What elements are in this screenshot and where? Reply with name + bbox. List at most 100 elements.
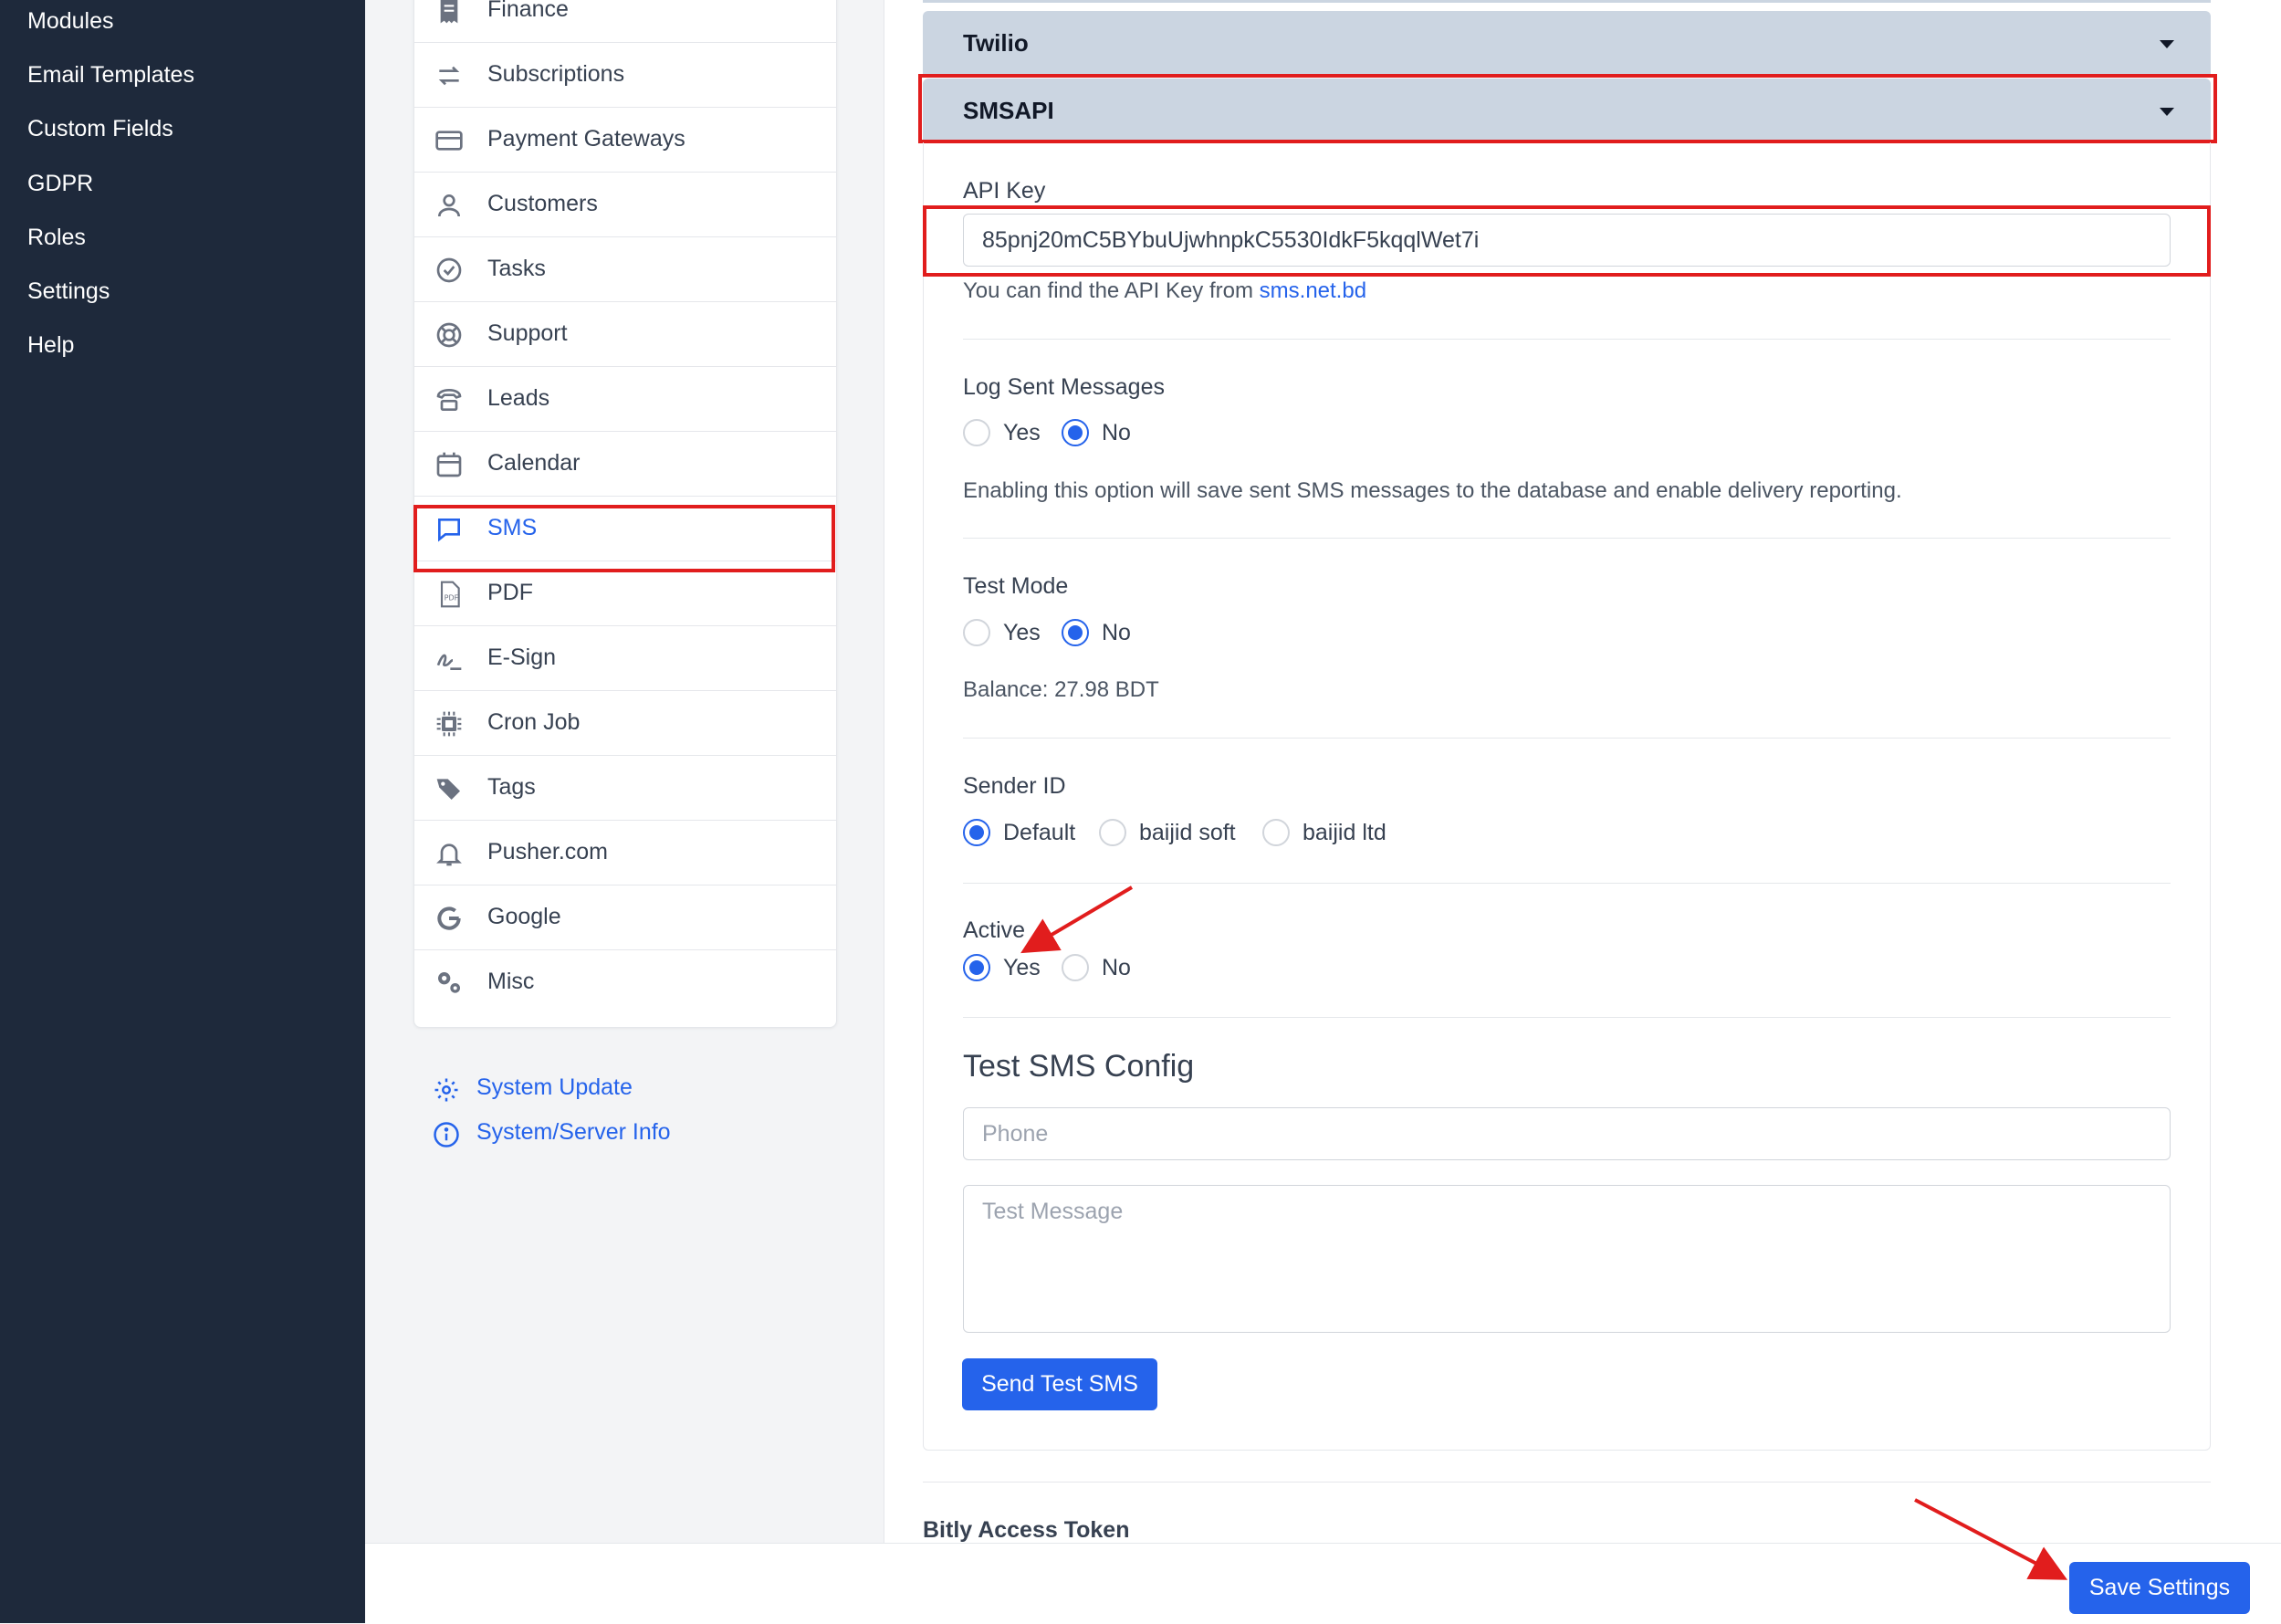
tags-icon (436, 779, 460, 800)
settings-item-label: Misc (487, 969, 535, 994)
settings-item-label: Subscriptions (487, 61, 625, 87)
calendar-icon (436, 452, 462, 477)
chat-icon (438, 519, 460, 542)
sender-soft-radio[interactable] (1099, 819, 1126, 846)
system-info-label: System/Server Info (476, 1119, 671, 1145)
divider (923, 1482, 2211, 1483)
active-radio-group: Yes No (963, 954, 1237, 985)
settings-item-sms[interactable]: SMS (414, 497, 836, 561)
settings-item-esign[interactable]: E-Sign (414, 626, 836, 691)
sidebar-item-email-templates[interactable]: Email Templates (27, 62, 194, 89)
info-icon (434, 1122, 459, 1147)
sidebar-item-settings[interactable]: Settings (27, 278, 110, 305)
sidebar-item-roles[interactable]: Roles (27, 225, 86, 251)
settings-item-google[interactable]: Google (414, 885, 836, 950)
settings-item-support[interactable]: Support (414, 302, 836, 367)
settings-item-label: Tags (487, 774, 536, 800)
twilio-accordion-header[interactable]: Twilio (923, 11, 2211, 75)
sender-default-radio[interactable] (963, 819, 990, 846)
settings-item-cron-job[interactable]: Cron Job (414, 691, 836, 756)
settings-menu: Finance Subscriptions Payment Gateways C… (413, 0, 837, 1028)
google-icon (437, 906, 461, 930)
settings-item-misc[interactable]: Misc (414, 950, 836, 1015)
test-sms-config-title: Test SMS Config (963, 1049, 1195, 1084)
test-no-radio[interactable] (1062, 619, 1089, 646)
cogs-icon (438, 972, 460, 993)
active-label: Active (963, 917, 1026, 943)
log-sent-radio-group: Yes No (963, 419, 1237, 450)
gear-icon (434, 1078, 458, 1102)
sender-id-label: Sender ID (963, 773, 1066, 799)
sidebar-item-custom-fields[interactable]: Custom Fields (27, 116, 173, 142)
test-yes-label: Yes (1003, 620, 1041, 645)
receipt-icon (440, 0, 458, 24)
test-message-textarea[interactable] (963, 1185, 2171, 1333)
sender-id-radio-group: Default baijid soft baijid ltd (963, 819, 1474, 850)
pdf-icon: PDF (440, 581, 460, 608)
lifebuoy-icon (436, 322, 462, 348)
settings-item-calendar[interactable]: Calendar (414, 432, 836, 497)
api-key-input[interactable] (963, 214, 2171, 267)
log-help-text: Enabling this option will save sent SMS … (963, 478, 1902, 503)
settings-item-label: Pusher.com (487, 839, 609, 864)
phone-icon (436, 388, 462, 411)
settings-item-customers[interactable]: Customers (414, 173, 836, 237)
settings-item-label: Cron Job (487, 709, 581, 735)
settings-item-label: E-Sign (487, 644, 557, 670)
bell-icon (436, 843, 462, 866)
settings-item-leads[interactable]: Leads (414, 367, 836, 432)
settings-item-label: Tasks (487, 256, 546, 281)
settings-item-label: SMS (487, 515, 538, 540)
divider (963, 339, 2171, 340)
footer-bar (365, 1543, 2281, 1624)
log-yes-radio[interactable] (963, 419, 990, 446)
send-test-sms-button[interactable]: Send Test SMS (962, 1358, 1157, 1410)
settings-item-pdf[interactable]: PDF PDF (414, 561, 836, 626)
main-sidebar: Modules Email Templates Custom Fields GD… (0, 0, 365, 1623)
log-yes-label: Yes (1003, 420, 1041, 445)
sender-ltd-radio[interactable] (1262, 819, 1290, 846)
twilio-title: Twilio (963, 29, 1029, 57)
credit-card-icon (435, 131, 463, 151)
save-settings-button[interactable]: Save Settings (2069, 1562, 2250, 1614)
test-yes-radio[interactable] (963, 619, 990, 646)
settings-item-tags[interactable]: Tags (414, 756, 836, 821)
smsapi-accordion-header[interactable]: SMSAPI (923, 79, 2211, 142)
api-key-label: API Key (963, 178, 1046, 204)
system-update-label: System Update (476, 1074, 633, 1100)
phone-input[interactable] (963, 1107, 2171, 1160)
test-mode-radio-group: Yes No (963, 619, 1237, 650)
svg-text:PDF: PDF (445, 594, 459, 602)
settings-item-label: Leads (487, 385, 550, 411)
settings-item-subscriptions[interactable]: Subscriptions (414, 43, 836, 108)
log-no-radio[interactable] (1062, 419, 1089, 446)
active-no-label: No (1102, 955, 1131, 980)
refresh-icon (438, 66, 460, 86)
active-no-radio[interactable] (1062, 954, 1089, 981)
settings-item-label: Calendar (487, 450, 581, 476)
sidebar-item-modules[interactable]: Modules (27, 8, 114, 35)
api-key-help: You can find the API Key from sms.net.bd (963, 278, 1366, 304)
sender-ltd-label: baijid ltd (1303, 820, 1386, 845)
divider (963, 883, 2171, 884)
settings-item-finance[interactable]: Finance (414, 0, 836, 43)
sms-net-bd-link[interactable]: sms.net.bd (1260, 278, 1366, 303)
signature-icon (436, 654, 462, 670)
smsapi-title: SMSAPI (963, 97, 1054, 124)
test-mode-label: Test Mode (963, 573, 1069, 599)
settings-item-tasks[interactable]: Tasks (414, 237, 836, 302)
api-key-help-text: You can find the API Key from (963, 278, 1260, 303)
divider (963, 738, 2171, 739)
previous-accordion-edge (923, 0, 2211, 3)
settings-item-pusher[interactable]: Pusher.com (414, 821, 836, 885)
active-yes-radio[interactable] (963, 954, 990, 981)
sidebar-item-help[interactable]: Help (27, 332, 74, 359)
chip-icon (436, 711, 462, 737)
log-no-label: No (1102, 420, 1131, 445)
check-circle-icon (436, 257, 462, 283)
active-yes-label: Yes (1003, 955, 1041, 980)
settings-item-label: Finance (487, 0, 569, 22)
settings-item-payment-gateways[interactable]: Payment Gateways (414, 108, 836, 173)
sidebar-item-gdpr[interactable]: GDPR (27, 171, 93, 197)
bitly-token-label: Bitly Access Token (923, 1517, 1130, 1543)
